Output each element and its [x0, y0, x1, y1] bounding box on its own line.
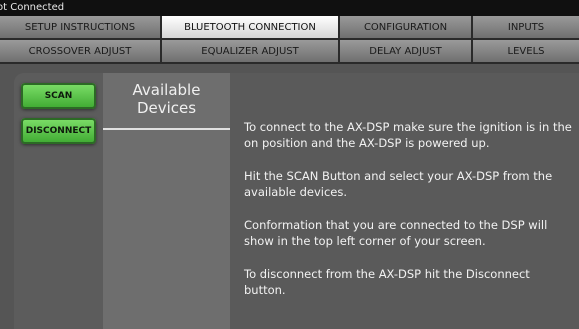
tab-row-2: CROSSOVER ADJUST EQUALIZER ADJUST DELAY …	[0, 40, 579, 64]
devices-title-line-1: Available	[132, 81, 201, 99]
tab-inputs[interactable]: INPUTS	[473, 16, 579, 40]
app-screen: ot Connected SETUP INSTRUCTIONS BLUETOOT…	[0, 0, 579, 329]
instruction-paragraph-2: Hit the SCAN Button and select your AX-D…	[244, 169, 553, 199]
tab-equalizer-adjust[interactable]: EQUALIZER ADJUST	[162, 40, 340, 64]
status-bar: ot Connected	[0, 0, 579, 16]
bluetooth-panel: SCAN DISCONNECT Available Devices To con…	[14, 73, 579, 329]
instruction-paragraph-4: To disconnect from the AX-DSP hit the Di…	[244, 267, 530, 297]
instructions-text: To connect to the AX-DSP make sure the i…	[244, 119, 574, 315]
available-devices-panel: Available Devices	[103, 73, 230, 329]
instruction-paragraph-3: Conformation that you are connected to t…	[244, 218, 548, 248]
tab-crossover-adjust[interactable]: CROSSOVER ADJUST	[0, 40, 162, 64]
tab-setup-instructions[interactable]: SETUP INSTRUCTIONS	[0, 16, 162, 40]
button-column: SCAN DISCONNECT	[14, 73, 103, 329]
device-list[interactable]	[103, 130, 230, 329]
tab-delay-adjust[interactable]: DELAY ADJUST	[340, 40, 473, 64]
tab-bluetooth-connection[interactable]: BLUETOOTH CONNECTION	[162, 16, 340, 40]
disconnect-button[interactable]: DISCONNECT	[21, 118, 96, 144]
instruction-paragraph-1: To connect to the AX-DSP make sure the i…	[244, 120, 572, 150]
devices-title-line-2: Devices	[136, 99, 197, 117]
available-devices-title: Available Devices	[103, 81, 230, 117]
tab-configuration[interactable]: CONFIGURATION	[340, 16, 473, 40]
connection-status-text: ot Connected	[0, 2, 65, 13]
tab-levels[interactable]: LEVELS	[473, 40, 579, 64]
scan-button[interactable]: SCAN	[21, 83, 96, 109]
tab-row-1: SETUP INSTRUCTIONS BLUETOOTH CONNECTION …	[0, 16, 579, 40]
